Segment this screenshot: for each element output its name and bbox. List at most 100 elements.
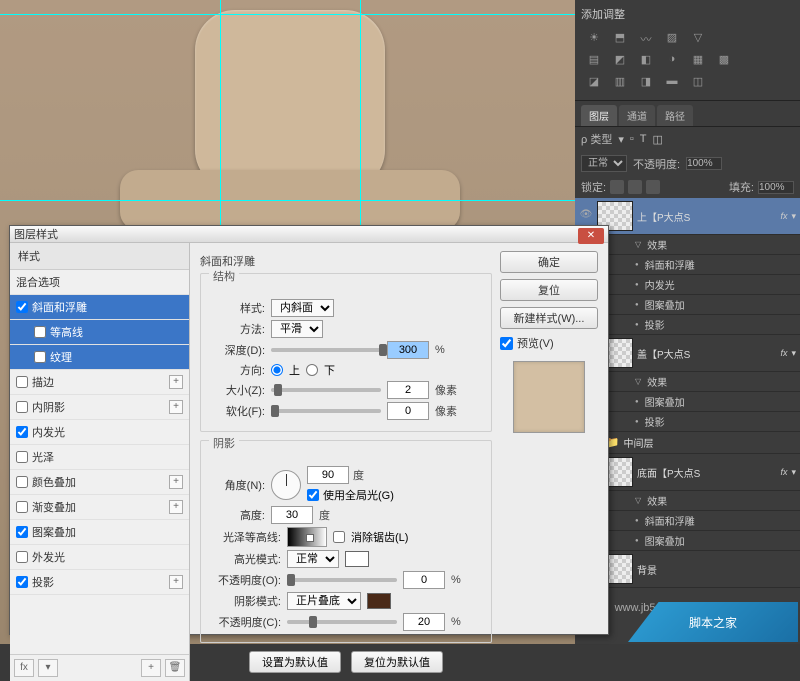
chevron-down-icon[interactable]: ▾: [791, 467, 796, 478]
fill-input[interactable]: [758, 181, 794, 194]
highlight-color-swatch[interactable]: [345, 551, 369, 567]
gloss-contour-picker[interactable]: [287, 527, 327, 547]
style-checkbox[interactable]: [16, 576, 28, 588]
tab-layers[interactable]: 图层: [581, 105, 617, 126]
shadow-opacity-slider[interactable]: [287, 620, 397, 624]
size-input[interactable]: [387, 381, 429, 399]
adj-mixer-icon[interactable]: ▦: [689, 53, 707, 69]
preview-checkbox[interactable]: [500, 337, 513, 350]
highlight-opacity-input[interactable]: [403, 571, 445, 589]
highlight-mode-select[interactable]: 正常: [287, 550, 339, 568]
style-checkbox[interactable]: [16, 551, 28, 563]
ok-button[interactable]: 确定: [500, 251, 598, 273]
shadow-opacity-input[interactable]: [403, 613, 445, 631]
trash-icon[interactable]: 🗑: [165, 659, 185, 677]
style-checkbox[interactable]: [34, 326, 46, 338]
style-select[interactable]: 内斜面: [271, 299, 334, 317]
style-item[interactable]: 等高线: [10, 320, 189, 345]
filter-icon[interactable]: ◫: [653, 133, 663, 146]
style-checkbox[interactable]: [16, 401, 28, 413]
add-effect-icon[interactable]: +: [169, 375, 183, 389]
filter-icon[interactable]: ▾: [618, 133, 624, 146]
add-icon[interactable]: +: [141, 659, 161, 677]
soften-input[interactable]: [387, 402, 429, 420]
new-style-button[interactable]: 新建样式(W)...: [500, 307, 598, 329]
technique-select[interactable]: 平滑: [271, 320, 323, 338]
style-checkbox[interactable]: [16, 526, 28, 538]
add-effect-icon[interactable]: +: [169, 575, 183, 589]
adj-exposure-icon[interactable]: ▨: [663, 31, 681, 47]
style-item[interactable]: 内阴影+: [10, 395, 189, 420]
highlight-opacity-slider[interactable]: [287, 578, 397, 582]
shadow-mode-select[interactable]: 正片叠底: [287, 592, 361, 610]
preview-toggle[interactable]: 预览(V): [500, 335, 598, 351]
lock-position-icon[interactable]: [628, 180, 642, 194]
reset-default-button[interactable]: 复位为默认值: [351, 651, 443, 673]
filter-icon[interactable]: ▫: [630, 133, 634, 145]
chevron-down-icon[interactable]: ▾: [791, 348, 796, 359]
style-item[interactable]: 颜色叠加+: [10, 470, 189, 495]
adj-invert-icon[interactable]: ◪: [585, 75, 603, 91]
fx-icon[interactable]: fx: [14, 659, 34, 677]
angle-dial[interactable]: [271, 470, 301, 500]
adj-photo-icon[interactable]: ◑: [663, 53, 681, 69]
style-item[interactable]: 内发光: [10, 420, 189, 445]
adj-curves-icon[interactable]: 〰: [637, 31, 655, 47]
style-item[interactable]: 投影+: [10, 570, 189, 595]
style-checkbox[interactable]: [16, 451, 28, 463]
style-item[interactable]: 光泽: [10, 445, 189, 470]
adj-brightness-icon[interactable]: ☀: [585, 31, 603, 47]
tab-paths[interactable]: 路径: [657, 105, 693, 126]
adj-selective-icon[interactable]: ◫: [689, 75, 707, 91]
style-item[interactable]: 描边+: [10, 370, 189, 395]
lock-pixels-icon[interactable]: [610, 180, 624, 194]
shadow-color-swatch[interactable]: [367, 593, 391, 609]
antialias-checkbox[interactable]: [333, 531, 345, 543]
style-item[interactable]: 渐变叠加+: [10, 495, 189, 520]
visibility-icon[interactable]: 👁: [579, 209, 593, 223]
adj-bw-icon[interactable]: ◧: [637, 53, 655, 69]
add-effect-icon[interactable]: +: [169, 475, 183, 489]
adj-threshold-icon[interactable]: ◨: [637, 75, 655, 91]
make-default-button[interactable]: 设置为默认值: [249, 651, 341, 673]
add-effect-icon[interactable]: +: [169, 500, 183, 514]
depth-slider[interactable]: [271, 348, 381, 352]
size-slider[interactable]: [271, 388, 381, 392]
chevron-down-icon[interactable]: ▾: [38, 659, 58, 677]
style-checkbox[interactable]: [16, 426, 28, 438]
style-item[interactable]: 外发光: [10, 545, 189, 570]
style-item[interactable]: 图案叠加: [10, 520, 189, 545]
adj-poster-icon[interactable]: ▥: [611, 75, 629, 91]
adj-vibrance-icon[interactable]: ▽: [689, 31, 707, 47]
blend-mode-select[interactable]: 正常: [581, 155, 627, 172]
styles-header[interactable]: 样式: [10, 243, 189, 270]
close-icon[interactable]: ✕: [578, 228, 604, 244]
global-light-checkbox[interactable]: [307, 489, 319, 501]
altitude-input[interactable]: [271, 506, 313, 524]
style-checkbox[interactable]: [16, 301, 28, 313]
style-checkbox[interactable]: [16, 476, 28, 488]
fx-badge[interactable]: fx: [780, 348, 787, 358]
style-item[interactable]: 斜面和浮雕: [10, 295, 189, 320]
blending-options[interactable]: 混合选项: [10, 270, 189, 295]
adj-lookup-icon[interactable]: ▩: [715, 53, 733, 69]
style-item[interactable]: 纹理: [10, 345, 189, 370]
adj-gradient-icon[interactable]: ▬: [663, 75, 681, 91]
angle-input[interactable]: [307, 466, 349, 484]
style-checkbox[interactable]: [16, 501, 28, 513]
adj-balance-icon[interactable]: ◩: [611, 53, 629, 69]
soften-slider[interactable]: [271, 409, 381, 413]
lock-all-icon[interactable]: [646, 180, 660, 194]
tab-channels[interactable]: 通道: [619, 105, 655, 126]
style-checkbox[interactable]: [16, 376, 28, 388]
depth-input[interactable]: [387, 341, 429, 359]
adj-hue-icon[interactable]: ▤: [585, 53, 603, 69]
dialog-titlebar[interactable]: 图层样式 ✕: [10, 226, 608, 243]
direction-up-radio[interactable]: [271, 364, 283, 376]
cancel-button[interactable]: 复位: [500, 279, 598, 301]
fx-badge[interactable]: fx: [780, 211, 787, 221]
style-checkbox[interactable]: [34, 351, 46, 363]
direction-down-radio[interactable]: [306, 364, 318, 376]
add-effect-icon[interactable]: +: [169, 400, 183, 414]
chevron-down-icon[interactable]: ▾: [791, 211, 796, 222]
